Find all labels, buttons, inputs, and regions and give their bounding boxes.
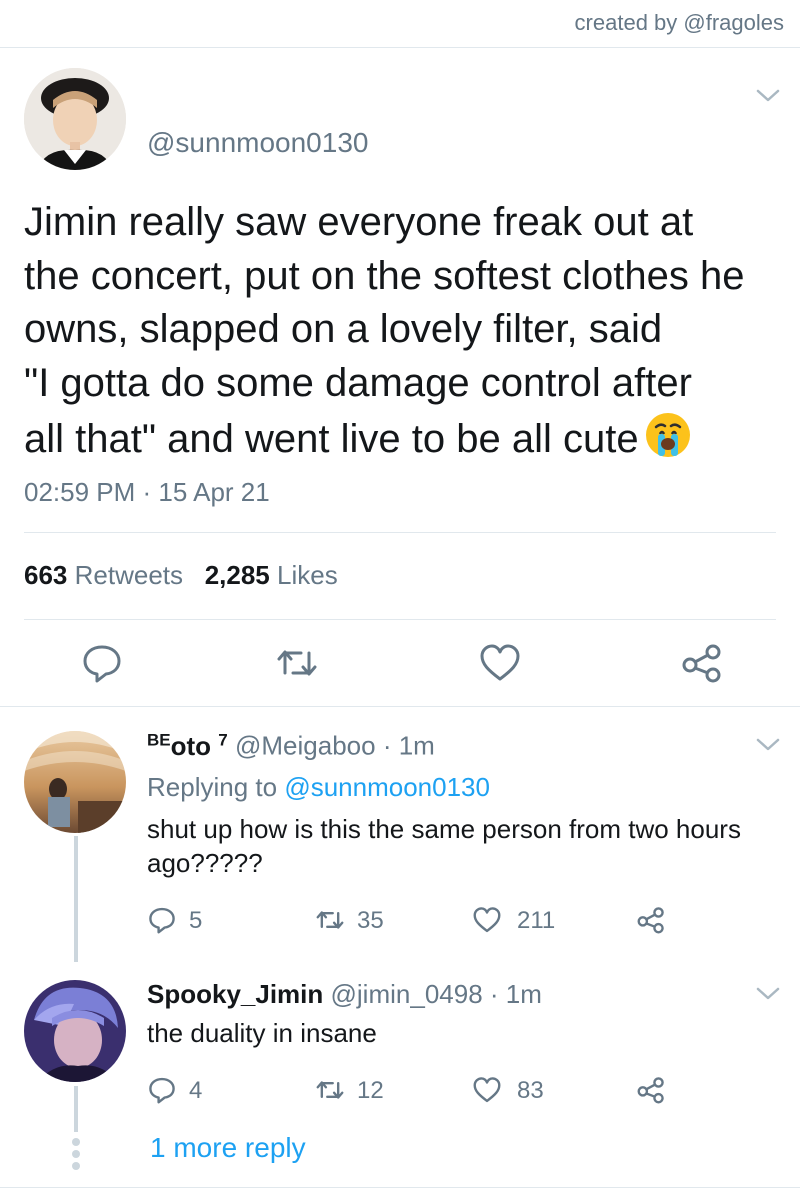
reply-2-retweet-icon[interactable] (315, 1075, 345, 1105)
thread-dot-3 (72, 1162, 80, 1170)
reply-1-display-name[interactable]: BEoto 7 (147, 730, 228, 761)
replying-to-label: Replying to (147, 772, 278, 802)
credit-text: created by @fragoles (574, 10, 784, 35)
reply-1-name-prefix: BE (147, 730, 171, 749)
tweet-text: Jimin really saw everyone freak out at t… (24, 196, 784, 467)
reply-2-chevron-down-icon[interactable] (755, 986, 781, 1002)
reply-2-like-count: 83 (517, 1077, 544, 1104)
reply-2-reply-icon[interactable] (147, 1075, 177, 1105)
reply-1-name-suffix: 7 (218, 730, 228, 749)
tweet-timestamp[interactable]: 02:59 PM · 15 Apr 21 (24, 477, 270, 508)
author-handle[interactable]: @sunnmoon0130 (147, 127, 368, 159)
likes-stat[interactable]: 2,285 Likes (205, 560, 338, 590)
reply-icon[interactable] (80, 641, 124, 685)
reply-1-retweet-count: 35 (357, 907, 384, 934)
tweet-time: 02:59 PM (24, 477, 136, 507)
reply-1-avatar-image (24, 731, 126, 833)
reply-1-handle[interactable]: @Meigaboo (235, 731, 376, 761)
tweet-body: Jimin really saw everyone freak out at t… (24, 200, 745, 461)
reply-1-retweet-icon[interactable] (315, 905, 345, 935)
reply-2-avatar[interactable] (24, 980, 126, 1082)
thread-line (74, 836, 78, 962)
tweet-date: 15 Apr 21 (158, 477, 270, 507)
reply-1-avatar[interactable] (24, 731, 126, 833)
reply-1-chevron-down-icon[interactable] (755, 737, 781, 753)
reply-1-share-icon[interactable] (636, 905, 666, 935)
retweets-label: Retweets (74, 560, 184, 590)
replying-to-handle[interactable]: @sunnmoon0130 (284, 772, 490, 802)
thread-dot-2 (72, 1150, 80, 1158)
stats-bottom-divider (24, 619, 776, 620)
reply-1-like-icon[interactable] (472, 905, 502, 935)
reply-2-time: · 1m (489, 979, 542, 1009)
thread-line-lower (74, 1086, 78, 1132)
like-icon[interactable] (478, 641, 522, 685)
reply-2-text: the duality in insane (147, 1018, 377, 1048)
reply-2-like-icon[interactable] (472, 1075, 502, 1105)
reply-2-share-icon[interactable] (636, 1075, 666, 1105)
retweets-count: 663 (24, 560, 68, 590)
reply-2-header: Spooky_Jimin @jimin_0498 · 1m (147, 979, 542, 1010)
author-avatar[interactable] (24, 68, 126, 170)
reply-1-like-count: 211 (517, 907, 556, 934)
reply-2-display-name[interactable]: Spooky_Jimin (147, 979, 323, 1009)
reply-2-reply-count: 4 (189, 1077, 203, 1104)
crying-face-emoji-icon (645, 413, 690, 457)
chevron-down-icon[interactable] (755, 88, 781, 104)
reply-1-reply-icon[interactable] (147, 905, 177, 935)
replies-divider (0, 706, 800, 707)
more-replies-link[interactable]: 1 more reply (150, 1132, 306, 1164)
likes-label: Likes (277, 560, 338, 590)
reply-2-retweet-count: 12 (357, 1077, 384, 1104)
reply-1-reply-count: 5 (189, 907, 203, 934)
top-divider (0, 47, 800, 48)
likes-count: 2,285 (204, 560, 270, 590)
tweet-stats: 663 Retweets 2,285 Likes (24, 560, 338, 591)
reply-2-handle[interactable]: @jimin_0498 (331, 979, 483, 1009)
reply-1-name-main: oto (170, 730, 212, 761)
reply-1-header: BEoto 7 @Meigaboo · 1m (147, 730, 435, 762)
bottom-divider (0, 1187, 800, 1188)
reply-1-time: · 1m (382, 730, 435, 761)
reply-1-text: shut up how is this the same person from… (147, 814, 741, 878)
reply-1-replying-to: Replying to @sunnmoon0130 (147, 772, 490, 803)
stats-top-divider (24, 532, 776, 533)
avatar-image (24, 68, 126, 170)
share-icon[interactable] (680, 641, 724, 685)
thread-dot-1 (72, 1138, 80, 1146)
reply-2-avatar-image (24, 980, 126, 1082)
retweet-icon[interactable] (275, 641, 319, 685)
retweets-stat[interactable]: 663 Retweets (24, 560, 183, 590)
timestamp-separator: · (135, 477, 159, 507)
